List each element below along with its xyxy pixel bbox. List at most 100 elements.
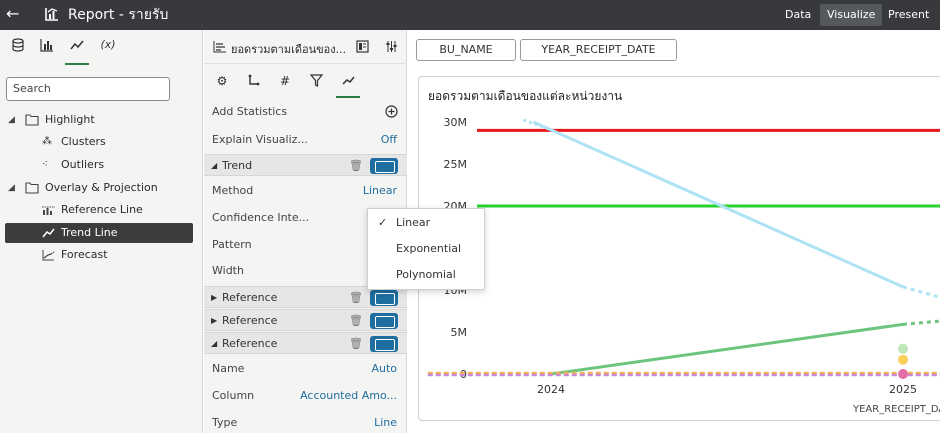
tree-item-trend-line[interactable]: Trend Line xyxy=(5,223,193,243)
width-label: Width xyxy=(212,264,244,277)
column-row[interactable]: Column Accounted Amo... xyxy=(204,384,407,408)
reference-2-label: Reference xyxy=(222,314,278,327)
dropdown-option-exponential[interactable]: Exponential xyxy=(368,236,484,262)
expand-caret-icon[interactable]: ◢ xyxy=(8,178,15,198)
type-row[interactable]: Type Line xyxy=(204,411,407,433)
canvas-area: BU_NAME YEAR_RECEIPT_DATE ยอดรวมตามเดือน… xyxy=(408,30,940,433)
trash-icon[interactable]: 🗑 xyxy=(349,155,363,177)
tree-label: Clusters xyxy=(61,135,106,148)
chart-icon xyxy=(45,8,58,21)
viz-title: ยอดรวมตามเดือนของ... xyxy=(231,43,347,56)
trash-icon[interactable]: 🗑 xyxy=(349,287,363,309)
tree-item-reference-line[interactable]: Reference Line xyxy=(0,200,203,220)
method-dropdown: ✓ Linear Exponential Polynomial xyxy=(367,208,485,290)
trash-icon[interactable]: 🗑 xyxy=(349,310,363,332)
layout-icon[interactable] xyxy=(356,40,369,53)
name-value[interactable]: Auto xyxy=(371,357,397,381)
tree-label: Outliers xyxy=(61,158,105,171)
option-label: Linear xyxy=(396,216,431,229)
clusters-icon: ⁂ xyxy=(42,136,52,147)
method-value[interactable]: Linear xyxy=(363,179,397,203)
reference-3-toggle[interactable] xyxy=(370,336,398,352)
filter-pill-bu-name[interactable]: BU_NAME xyxy=(416,39,516,61)
trend-toggle[interactable] xyxy=(370,158,398,174)
nav-data[interactable]: Data xyxy=(778,4,818,26)
back-arrow-icon[interactable]: ← xyxy=(6,5,19,23)
calculation-icon[interactable]: (x) xyxy=(98,38,118,56)
data-point xyxy=(898,343,908,354)
add-statistics-label: Add Statistics xyxy=(212,105,288,118)
top-bar: ← Report - รายรับ Data Visualize Present xyxy=(0,0,940,30)
tree-item-highlight[interactable]: ◢ Highlight xyxy=(0,110,203,130)
left-panel: (x) Search ◢ Highlight ⁂ Clusters ⁖ Outl… xyxy=(0,30,203,433)
y-tick-label: 30M xyxy=(444,116,468,129)
number-format-icon[interactable]: # xyxy=(276,74,294,90)
name-label: Name xyxy=(212,362,245,375)
add-statistics-row[interactable]: Add Statistics xyxy=(204,100,407,124)
dropdown-option-linear[interactable]: ✓ Linear xyxy=(368,210,484,236)
trend-line xyxy=(532,120,904,289)
dropdown-option-polynomial[interactable]: Polynomial xyxy=(368,262,484,288)
explain-row[interactable]: Explain Visualiz... Off xyxy=(204,128,407,152)
type-value[interactable]: Line xyxy=(374,411,397,433)
reference-1-toggle[interactable] xyxy=(370,290,398,306)
expand-caret-icon[interactable]: ◢ xyxy=(8,110,15,130)
y-tick-label: 25M xyxy=(444,158,468,171)
tree-item-forecast[interactable]: Forecast xyxy=(0,245,203,265)
tree-item-overlay-projection[interactable]: ◢ Overlay & Projection xyxy=(0,178,203,198)
chart-type-icon[interactable] xyxy=(213,40,227,53)
name-row[interactable]: Name Auto xyxy=(204,357,407,381)
method-row[interactable]: Method Linear xyxy=(204,179,407,203)
x-tick-label: 2024 xyxy=(537,383,565,396)
analytics-tab-icon[interactable] xyxy=(336,74,360,98)
explain-value[interactable]: Off xyxy=(381,128,397,152)
database-icon[interactable] xyxy=(8,38,28,56)
tree-item-clusters[interactable]: ⁂ Clusters xyxy=(0,132,203,152)
tree-label: Highlight xyxy=(45,113,95,126)
column-label: Column xyxy=(212,389,255,402)
trend-header-label: Trend xyxy=(222,159,253,172)
checkmark-icon: ✓ xyxy=(378,216,388,229)
properties-header: ยอดรวมตามเดือนของ... xyxy=(204,30,407,64)
sliders-icon[interactable] xyxy=(385,40,398,53)
filter-pill-year-receipt-date[interactable]: YEAR_RECEIPT_DATE xyxy=(520,39,677,61)
collapse-caret-icon[interactable]: ◢ xyxy=(211,333,217,355)
left-tabs: (x) xyxy=(0,30,203,65)
nav-visualize[interactable]: Visualize xyxy=(820,4,883,26)
trend-line-projection xyxy=(902,319,940,326)
add-circle-icon[interactable] xyxy=(385,105,398,118)
x-axis-label: YEAR_RECEIPT_DAT xyxy=(852,404,940,415)
pattern-label: Pattern xyxy=(212,238,252,251)
reference-2-toggle[interactable] xyxy=(370,313,398,329)
reference-2-section-header[interactable]: ▶ Reference 🗑 xyxy=(204,309,407,331)
trend-line-icon xyxy=(42,228,55,238)
confidence-label: Confidence Inte... xyxy=(212,211,310,224)
tree-label: Trend Line xyxy=(61,226,118,239)
search-input[interactable]: Search xyxy=(6,77,170,101)
nav-present[interactable]: Present xyxy=(881,4,936,26)
chart-container[interactable]: ยอดรวมตามเดือนของแต่ละหน่วยงาน 05M10M15M… xyxy=(418,76,940,421)
chart-plot[interactable]: 05M10M15M20M25M30M20242025YEAR_RECEIPT_D… xyxy=(419,77,940,422)
outliers-icon: ⁖ xyxy=(42,159,48,170)
tree-item-outliers[interactable]: ⁖ Outliers xyxy=(0,155,203,175)
method-label: Method xyxy=(212,184,254,197)
tree-label: Forecast xyxy=(61,248,108,261)
axis-icon[interactable] xyxy=(244,74,262,90)
collapse-caret-icon[interactable]: ◢ xyxy=(211,155,217,177)
expand-caret-icon[interactable]: ▶ xyxy=(211,287,217,309)
tree-label: Overlay & Projection xyxy=(45,181,158,194)
filter-icon[interactable] xyxy=(307,74,325,90)
expand-caret-icon[interactable]: ▶ xyxy=(211,310,217,332)
reference-3-section-header[interactable]: ◢ Reference 🗑 xyxy=(204,332,407,354)
analytics-icon[interactable] xyxy=(65,38,89,65)
bar-chart-icon[interactable] xyxy=(37,38,57,56)
reference-1-label: Reference xyxy=(222,291,278,304)
trash-icon[interactable]: 🗑 xyxy=(349,333,363,355)
tree-label: Reference Line xyxy=(61,203,143,216)
trend-section-header[interactable]: ◢ Trend 🗑 xyxy=(204,154,407,176)
gear-icon[interactable]: ⚙ xyxy=(213,74,231,90)
x-tick-label: 2025 xyxy=(889,383,917,396)
column-value[interactable]: Accounted Amo... xyxy=(300,384,397,408)
trend-line xyxy=(550,322,904,376)
trend-line-projection xyxy=(902,285,940,299)
